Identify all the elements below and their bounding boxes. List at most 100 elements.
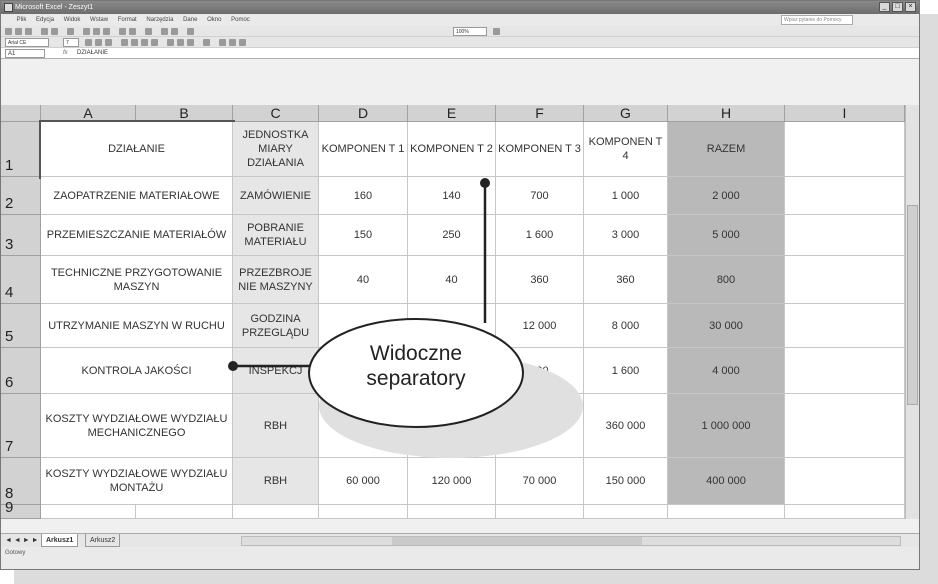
activity-cell[interactable]: ZAOPATRZENIE MATERIAŁOWE xyxy=(41,177,233,215)
name-box[interactable]: A1 xyxy=(5,49,45,58)
sheet-nav-arrows-icon[interactable]: ◄ ◄ ► ► xyxy=(5,534,39,547)
data-cell[interactable]: 1 000 xyxy=(584,177,668,215)
menu-window[interactable]: Okno xyxy=(207,14,221,26)
empty-cell[interactable] xyxy=(233,505,319,519)
data-cell[interactable]: GODZINA PRZEGLĄDU xyxy=(233,304,319,348)
select-all-corner[interactable] xyxy=(1,105,41,122)
preview-icon[interactable] xyxy=(51,28,58,35)
row-header-5[interactable]: 5 xyxy=(1,304,41,348)
empty-cell[interactable] xyxy=(408,505,496,519)
menu-tools[interactable]: Narzędzia xyxy=(146,14,173,26)
align-left-icon[interactable] xyxy=(121,39,128,46)
data-cell[interactable]: 70 000 xyxy=(496,458,584,505)
header-cell-h[interactable]: RAZEM xyxy=(668,122,785,177)
data-cell[interactable] xyxy=(319,394,408,458)
data-cell[interactable]: 8 000 xyxy=(584,304,668,348)
sort-asc-icon[interactable] xyxy=(161,28,168,35)
empty-cell[interactable] xyxy=(785,458,905,505)
empty-cell[interactable] xyxy=(41,505,136,519)
row-header-8[interactable]: 8 xyxy=(1,458,41,505)
empty-cell[interactable] xyxy=(785,122,905,177)
vertical-scrollbar[interactable] xyxy=(905,105,919,519)
font-color-icon[interactable] xyxy=(239,39,246,46)
column-header-d[interactable]: D xyxy=(319,105,408,122)
activity-cell[interactable]: KOSZTY WYDZIAŁOWE WYDZIAŁU MECHANICZNEGO xyxy=(41,394,233,458)
data-cell[interactable]: 150 xyxy=(319,215,408,256)
header-cell-dzialanie[interactable]: DZIAŁANIE xyxy=(39,120,235,179)
data-cell[interactable]: 1 600 xyxy=(584,348,668,394)
data-cell[interactable] xyxy=(408,394,496,458)
print-icon[interactable] xyxy=(41,28,48,35)
data-cell[interactable]: RBH xyxy=(233,394,319,458)
zoom-select[interactable]: 100% xyxy=(453,27,487,36)
data-cell[interactable]: 250 xyxy=(408,215,496,256)
empty-cell[interactable] xyxy=(584,505,668,519)
header-cell-e[interactable]: KOMPONEN T 2 xyxy=(408,122,496,177)
data-cell[interactable]: 3 000 xyxy=(584,215,668,256)
italic-icon[interactable] xyxy=(95,39,102,46)
sort-desc-icon[interactable] xyxy=(171,28,178,35)
cut-icon[interactable] xyxy=(83,28,90,35)
formula-input[interactable]: DZIAŁANIE xyxy=(77,48,108,59)
currency-icon[interactable] xyxy=(167,39,174,46)
data-cell[interactable]: 40 xyxy=(319,256,408,304)
row-header-7[interactable]: 7 xyxy=(1,394,41,458)
underline-icon[interactable] xyxy=(105,39,112,46)
data-cell[interactable]: 700 xyxy=(496,177,584,215)
horizontal-scroll-thumb[interactable] xyxy=(392,537,642,545)
column-header-h[interactable]: H xyxy=(668,105,785,122)
data-cell[interactable]: 360 000 xyxy=(584,394,668,458)
data-cell[interactable]: 150 000 xyxy=(584,458,668,505)
fill-color-icon[interactable] xyxy=(229,39,236,46)
menu-insert[interactable]: Wstaw xyxy=(90,14,108,26)
empty-cell[interactable] xyxy=(785,394,905,458)
column-header-g[interactable]: G xyxy=(584,105,668,122)
activity-cell[interactable]: UTRZYMANIE MASZYN W RUCHU xyxy=(41,304,233,348)
help-question-input[interactable]: Wpisz pytanie do Pomocy xyxy=(781,15,853,25)
maximize-button[interactable]: □ xyxy=(892,2,903,12)
activity-cell[interactable]: KOSZTY WYDZIAŁOWE WYDZIAŁU MONTAŻU xyxy=(41,458,233,505)
data-cell[interactable]: 2 000 xyxy=(668,177,785,215)
row-header-2[interactable]: 2 xyxy=(1,177,41,215)
sheet-tab-arkusz2[interactable]: Arkusz2 xyxy=(85,534,121,547)
autosum-icon[interactable] xyxy=(145,28,152,35)
copy-icon[interactable] xyxy=(93,28,100,35)
vertical-scroll-thumb[interactable] xyxy=(907,205,918,405)
data-cell[interactable]: 4 000 xyxy=(668,348,785,394)
percent-icon[interactable] xyxy=(177,39,184,46)
activity-cell[interactable]: KONTROLA JAKOŚCI xyxy=(41,348,233,394)
row-header-9[interactable]: 9 xyxy=(1,499,41,519)
empty-cell[interactable] xyxy=(496,505,584,519)
empty-cell[interactable] xyxy=(785,505,905,519)
indent-icon[interactable] xyxy=(203,39,210,46)
data-cell[interactable]: 360 xyxy=(584,256,668,304)
data-cell[interactable]: 140 xyxy=(408,177,496,215)
data-cell[interactable]: 120 000 xyxy=(408,458,496,505)
empty-cell[interactable] xyxy=(319,505,408,519)
column-header-b[interactable]: B xyxy=(136,105,233,122)
header-cell-f[interactable]: KOMPONEN T 3 xyxy=(496,122,584,177)
menu-help[interactable]: Pomoc xyxy=(231,14,250,26)
empty-cell[interactable] xyxy=(668,505,785,519)
data-cell[interactable]: 60 000 xyxy=(319,458,408,505)
borders-icon[interactable] xyxy=(219,39,226,46)
data-cell[interactable]: 160 xyxy=(319,177,408,215)
activity-cell[interactable]: PRZEMIESZCZANIE MATERIAŁÓW xyxy=(41,215,233,256)
row-header-3[interactable]: 3 xyxy=(1,215,41,256)
column-header-a[interactable]: A xyxy=(41,105,136,122)
header-cell-c[interactable]: JEDNOSTKA MIARY DZIAŁANIA xyxy=(233,122,319,177)
empty-cell[interactable] xyxy=(785,304,905,348)
undo-icon[interactable] xyxy=(119,28,126,35)
save-icon[interactable] xyxy=(25,28,32,35)
data-cell[interactable]: 1 600 xyxy=(496,215,584,256)
activity-cell[interactable]: TECHNICZNE PRZYGOTOWANIE MASZYN xyxy=(41,256,233,304)
empty-cell[interactable] xyxy=(785,177,905,215)
menu-view[interactable]: Widok xyxy=(64,14,81,26)
header-cell-d[interactable]: KOMPONEN T 1 xyxy=(319,122,408,177)
row-header-1[interactable]: 1 xyxy=(1,122,41,177)
data-cell[interactable]: 220 000 xyxy=(496,394,584,458)
empty-cell[interactable] xyxy=(785,256,905,304)
merge-center-icon[interactable] xyxy=(151,39,158,46)
row-header-4[interactable]: 4 xyxy=(1,256,41,304)
data-cell[interactable]: 400 000 xyxy=(668,458,785,505)
